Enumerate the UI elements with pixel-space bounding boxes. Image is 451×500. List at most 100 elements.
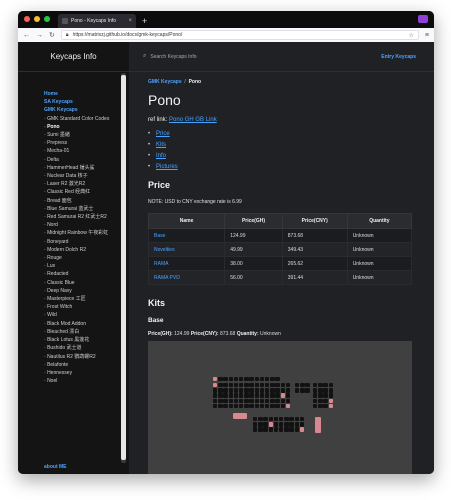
keycap bbox=[265, 398, 270, 403]
entry-keycaps-link[interactable]: Entry Keycaps bbox=[381, 54, 416, 60]
reload-icon[interactable]: ↻ bbox=[49, 31, 55, 39]
table-row: Base 124.99 873.68 Unknown bbox=[147, 228, 413, 243]
sidebar-item[interactable]: Delta bbox=[44, 156, 129, 164]
keycap bbox=[323, 388, 328, 393]
page-title: Pono bbox=[148, 92, 181, 108]
about-link[interactable]: about ME bbox=[44, 464, 67, 470]
keycap bbox=[299, 417, 305, 422]
sidebar-item[interactable]: Sumi 墨緒 bbox=[44, 131, 129, 139]
keycap bbox=[233, 398, 239, 403]
sidebar-item[interactable]: Deep Navy bbox=[44, 287, 129, 295]
sidebar-item[interactable]: Modern Dolch R2 bbox=[44, 246, 129, 254]
sidebar-item[interactable]: Prepress bbox=[44, 139, 129, 147]
sidebar-item[interactable]: Black Lotus 黑莲花 bbox=[44, 336, 129, 344]
site-title[interactable]: Keycaps Info bbox=[18, 42, 129, 72]
price-cny-value: 873.68 bbox=[220, 331, 236, 337]
keycap bbox=[239, 398, 244, 403]
sidebar-item[interactable]: Mecha-01 bbox=[44, 147, 129, 155]
price-gh-label: Price(GH): bbox=[148, 331, 173, 337]
kit-name-link[interactable]: RAMA bbox=[147, 256, 226, 271]
keycap bbox=[273, 417, 279, 422]
table-cell: 38.00 bbox=[224, 256, 283, 271]
browser-tab[interactable]: Pono - Keycaps Info × bbox=[58, 14, 136, 28]
accent-keycap bbox=[328, 398, 333, 403]
keycap bbox=[284, 417, 289, 422]
url-bar[interactable]: 🔒︎ https://matrixzj.github.io/docs/gmk-k… bbox=[60, 30, 419, 40]
toc-link[interactable]: Price bbox=[148, 129, 416, 140]
sidebar-item[interactable]: Pono bbox=[44, 123, 129, 131]
kit-name-link[interactable]: Base bbox=[147, 228, 226, 243]
sidebar-item[interactable]: Classic Blue bbox=[44, 279, 129, 287]
keycap bbox=[223, 403, 228, 409]
zoom-window-button[interactable] bbox=[44, 16, 50, 22]
keycap bbox=[254, 403, 259, 409]
keycap bbox=[279, 427, 284, 432]
ref-link[interactable]: Pono GH GB Link bbox=[169, 117, 217, 123]
breadcrumb-parent[interactable]: GMK Keycaps bbox=[148, 79, 182, 85]
sidebar-item[interactable]: Hennessey bbox=[44, 369, 129, 377]
sidebar-item[interactable]: Masterpiece 工匠 bbox=[44, 295, 129, 303]
keycap bbox=[280, 388, 285, 393]
base-heading: Base bbox=[148, 317, 164, 324]
sidebar-item[interactable]: Home bbox=[44, 90, 129, 98]
keycap bbox=[218, 403, 223, 409]
browser-window: Pono - Keycaps Info × + ← → ↻ 🔒︎ https:/… bbox=[18, 11, 434, 474]
sidebar-item[interactable]: GMK Keycaps bbox=[44, 106, 129, 114]
sidebar-item[interactable]: Belafonte bbox=[44, 361, 129, 369]
close-tab-icon[interactable]: × bbox=[128, 18, 132, 24]
sidebar-item[interactable]: Nuclear Data 核子 bbox=[44, 172, 129, 180]
search-input[interactable]: Search Keycaps Info bbox=[150, 54, 381, 60]
breadcrumb-current: Pono bbox=[188, 79, 202, 85]
sidebar-item[interactable]: Laser R2 激光R2 bbox=[44, 180, 129, 188]
extension-icon[interactable] bbox=[418, 15, 428, 23]
toc-link[interactable]: Pictures bbox=[148, 162, 416, 173]
keycap bbox=[249, 377, 254, 382]
sidebar-scrollbar[interactable] bbox=[121, 73, 126, 463]
sidebar-item[interactable]: Bleached 漂白 bbox=[44, 328, 129, 336]
sidebar-item[interactable]: Bread 面包 bbox=[44, 197, 129, 205]
toc-link[interactable]: Kits bbox=[148, 140, 416, 151]
minimize-window-button[interactable] bbox=[34, 16, 40, 22]
accent-keycap bbox=[299, 427, 305, 432]
bookmark-star-icon[interactable]: ☆ bbox=[409, 32, 414, 39]
sidebar-item[interactable]: Bushido 武士道 bbox=[44, 344, 129, 352]
keycap bbox=[275, 383, 280, 388]
keycap bbox=[218, 398, 223, 403]
keycap bbox=[259, 377, 265, 382]
sidebar-item[interactable]: Frost Witch bbox=[44, 303, 129, 311]
sidebar-item[interactable]: HammerHead 锤头鲨 bbox=[44, 164, 129, 172]
scrollbar-thumb[interactable] bbox=[121, 75, 126, 460]
sidebar-item[interactable]: Nord bbox=[44, 221, 129, 229]
new-tab-button[interactable]: + bbox=[142, 16, 147, 26]
sidebar-item[interactable]: Red Samurai R2 红武士R2 bbox=[44, 213, 129, 221]
keycap bbox=[265, 403, 270, 409]
keycap bbox=[218, 383, 223, 388]
keyboard-photo[interactable] bbox=[148, 341, 412, 474]
sidebar-item[interactable]: SA Keycaps bbox=[44, 98, 129, 106]
sidebar-item[interactable]: Lux bbox=[44, 262, 129, 270]
forward-arrow-icon[interactable]: → bbox=[36, 32, 43, 39]
sidebar-item[interactable]: Redacted bbox=[44, 270, 129, 278]
keycap bbox=[284, 422, 289, 427]
keycap bbox=[239, 388, 244, 393]
sidebar-item[interactable]: Noel bbox=[44, 377, 129, 385]
sidebar-item[interactable]: Rouge bbox=[44, 254, 129, 262]
sidebar-item[interactable]: Classic Red 经典红 bbox=[44, 188, 129, 196]
kit-name-link[interactable]: Novelties bbox=[147, 242, 226, 257]
close-window-button[interactable] bbox=[24, 16, 30, 22]
sidebar-item[interactable]: Black Mod Addon bbox=[44, 320, 129, 328]
sidebar-item[interactable]: Boneyard bbox=[44, 238, 129, 246]
sidebar-item[interactable]: Blue Samurai 蓝武士 bbox=[44, 205, 129, 213]
sidebar-item[interactable]: Wild bbox=[44, 311, 129, 319]
kit-name-link[interactable]: RAMA PVD bbox=[147, 270, 226, 285]
table-row: RAMA PVD 56.00 391.44 Unknown bbox=[147, 270, 413, 285]
menu-icon[interactable]: ≡ bbox=[425, 32, 429, 39]
sidebar-item[interactable]: Midnight Rainbow 午夜彩虹 bbox=[44, 229, 114, 237]
sidebar-item[interactable]: Nautilus R2 鹦鹉螺R2 bbox=[44, 353, 129, 361]
back-arrow-icon[interactable]: ← bbox=[23, 32, 30, 39]
sidebar-item[interactable]: GMK Standard Color Codes bbox=[44, 115, 114, 123]
toc-link[interactable]: Info bbox=[148, 151, 416, 162]
keycap bbox=[253, 427, 258, 432]
keycap bbox=[233, 403, 239, 409]
accent-keycap bbox=[285, 403, 291, 409]
